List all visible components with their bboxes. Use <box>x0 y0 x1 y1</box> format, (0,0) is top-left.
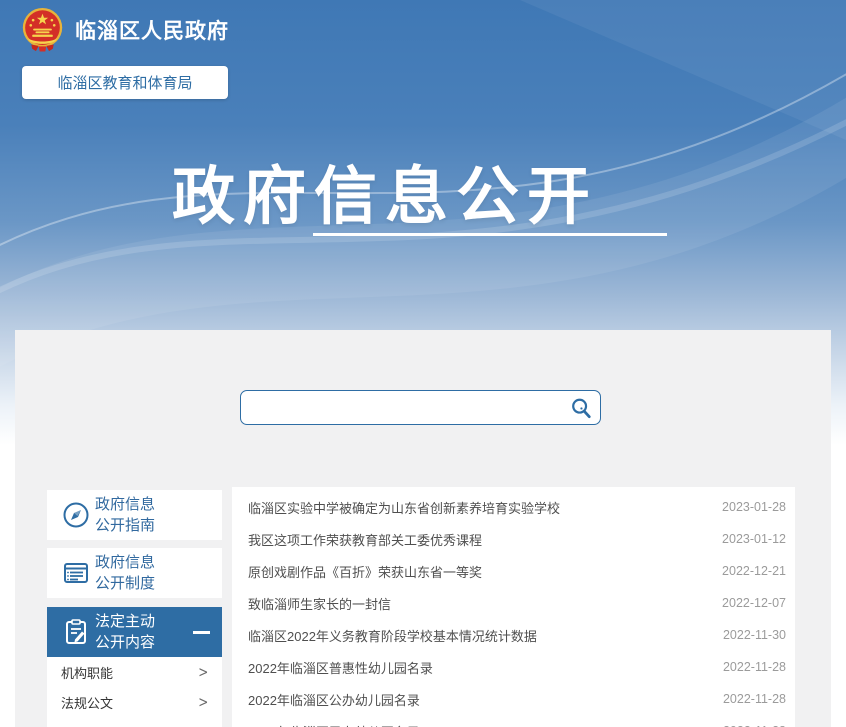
news-item[interactable]: 我区这项工作荣获教育部关工委优秀课程 2023-01-12 <box>232 523 795 555</box>
search-box <box>240 390 601 425</box>
news-item-date: 2023-01-12 <box>722 532 786 546</box>
news-item-title[interactable]: 2022年临淄区公办幼儿园名录 <box>248 690 420 709</box>
news-item[interactable]: 临淄区2022年义务教育阶段学校基本情况统计数据 2022-11-30 <box>232 619 795 651</box>
search-input[interactable] <box>241 391 562 424</box>
submenu-item-org-functions[interactable]: 机构职能 > <box>47 657 222 687</box>
news-item-date: 2022-11-28 <box>723 692 786 706</box>
news-list: 临淄区实验中学被确定为山东省创新素养培育实验学校 2023-01-28 我区这项… <box>232 487 795 727</box>
sidebar-item-system[interactable]: 政府信息 公开制度 <box>47 548 222 598</box>
sidebar-item-statutory-disclosure[interactable]: 法定主动 公开内容 <box>47 607 222 657</box>
compass-icon <box>57 501 95 529</box>
sidebar-item-label: 法定主动 公开内容 <box>95 611 155 653</box>
news-item-date: 2022-12-21 <box>722 564 786 578</box>
news-item[interactable]: 2022年临淄区普惠性幼儿园名录 2022-11-28 <box>232 651 795 683</box>
submenu-item-regulations[interactable]: 法规公文 > <box>47 687 222 717</box>
news-item-date: 2022-11-30 <box>723 628 786 642</box>
clipboard-pencil-icon <box>57 618 95 646</box>
news-item[interactable]: 原创戏剧作品《百折》荣获山东省一等奖 2022-12-21 <box>232 555 795 587</box>
sidebar-item-guide[interactable]: 政府信息 公开指南 <box>47 490 222 540</box>
chevron-right-icon: > <box>199 693 209 711</box>
news-item-date: 2023-01-28 <box>722 500 786 514</box>
news-item-title[interactable]: 2022年临淄区民办幼儿园名录 <box>248 722 420 727</box>
news-item-date: 2022-12-07 <box>722 596 786 610</box>
news-item-title[interactable]: 原创戏剧作品《百折》荣获山东省一等奖 <box>248 562 482 581</box>
title-underline-decoration <box>313 233 667 236</box>
sidebar: 政府信息 公开指南 <box>47 490 222 727</box>
sidebar-submenu: 机构职能 > 法规公文 > <box>47 657 222 727</box>
sidebar-item-label: 政府信息 公开指南 <box>95 494 155 536</box>
minus-icon <box>193 631 210 634</box>
news-item[interactable]: 临淄区实验中学被确定为山东省创新素养培育实验学校 2023-01-28 <box>232 491 795 523</box>
news-item[interactable]: 2022年临淄区公办幼儿园名录 2022-11-28 <box>232 683 795 715</box>
site-name: 临淄区人民政府 <box>75 15 229 45</box>
news-item-title[interactable]: 临淄区2022年义务教育阶段学校基本情况统计数据 <box>248 626 537 645</box>
news-item-title[interactable]: 临淄区实验中学被确定为山东省创新素养培育实验学校 <box>248 498 560 517</box>
page: 临淄区人民政府 临淄区教育和体育局 政府信息公开 <box>0 0 846 727</box>
page-title: 政府信息公开 <box>172 146 598 237</box>
news-item[interactable]: 2022年临淄区民办幼儿园名录 2022-11-28 <box>232 715 795 727</box>
news-item-date: 2022-11-28 <box>723 660 786 674</box>
document-list-icon <box>57 559 95 587</box>
department-badge-link[interactable]: 临淄区教育和体育局 <box>22 66 228 99</box>
sidebar-item-label: 政府信息 公开制度 <box>95 552 155 594</box>
national-emblem-icon <box>20 7 65 52</box>
search-button[interactable] <box>562 391 600 424</box>
header-brand-link[interactable]: 临淄区人民政府 <box>20 7 229 52</box>
chevron-right-icon: > <box>199 663 209 681</box>
news-item[interactable]: 致临淄师生家长的一封信 2022-12-07 <box>232 587 795 619</box>
search-icon <box>570 397 592 419</box>
news-item-title[interactable]: 2022年临淄区普惠性幼儿园名录 <box>248 658 433 677</box>
content-container: 政府信息 公开指南 <box>15 330 831 727</box>
news-item-title[interactable]: 致临淄师生家长的一封信 <box>248 594 391 613</box>
news-item-title[interactable]: 我区这项工作荣获教育部关工委优秀课程 <box>248 530 482 549</box>
